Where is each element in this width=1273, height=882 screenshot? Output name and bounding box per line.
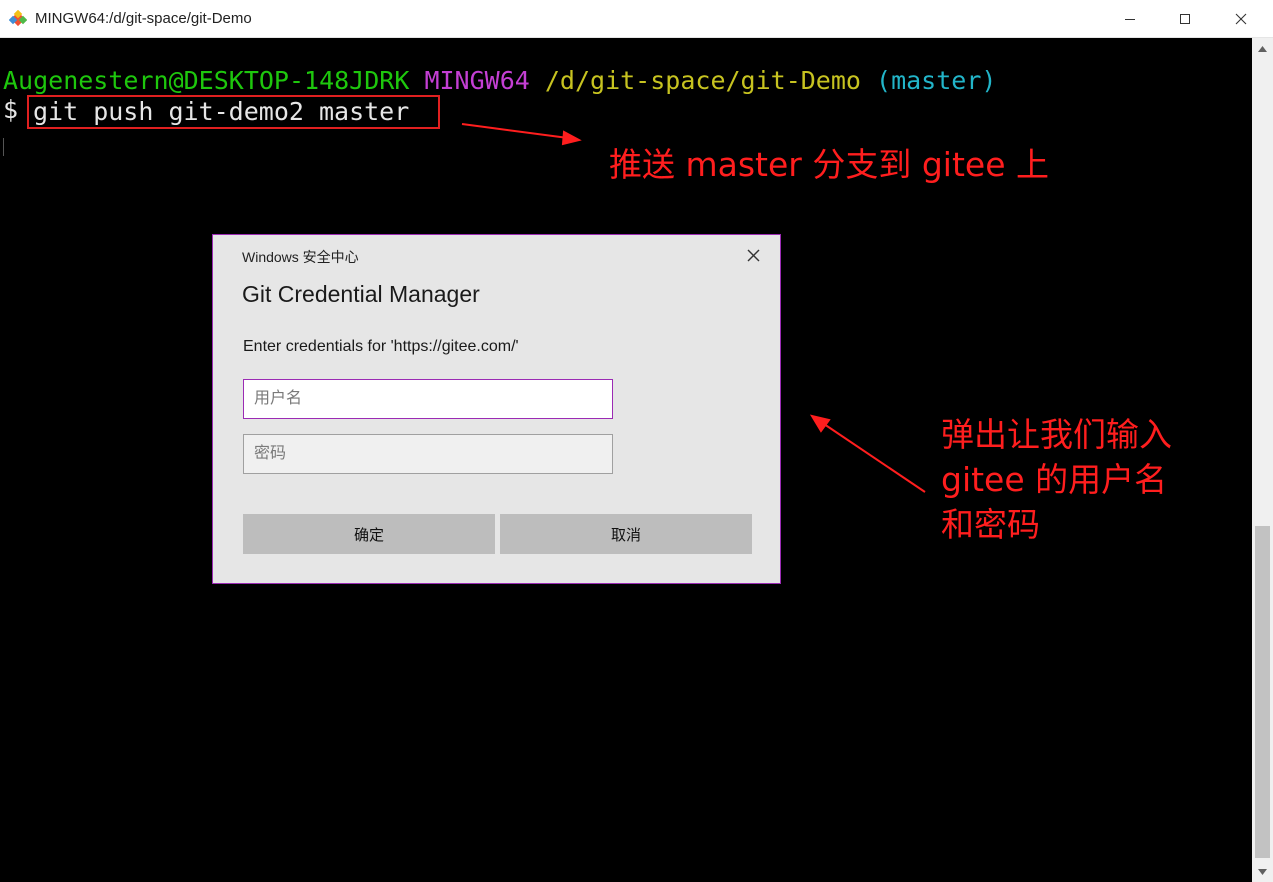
vertical-scrollbar[interactable]	[1252, 38, 1273, 882]
cancel-button[interactable]: 取消	[500, 514, 752, 554]
prompt-branch: (master)	[876, 66, 997, 95]
chevron-up-icon	[1258, 45, 1267, 52]
annotation-right: 弹出让我们输入 gitee 的用户名 和密码	[941, 412, 1172, 547]
ok-button[interactable]: 确定	[243, 514, 495, 554]
dialog-source: Windows 安全中心	[242, 249, 359, 265]
scroll-thumb[interactable]	[1255, 526, 1270, 858]
password-input[interactable]	[243, 434, 613, 474]
minimize-button[interactable]	[1102, 0, 1158, 38]
prompt-path: /d/git-space/git-Demo	[544, 66, 861, 95]
dialog-title: Git Credential Manager	[242, 281, 480, 307]
maximize-icon	[1180, 14, 1190, 24]
credential-dialog: Windows 安全中心 Git Credential Manager Ente…	[212, 234, 781, 584]
annotation-right-line: gitee 的用户名	[941, 460, 1168, 499]
command-line: $	[3, 95, 18, 125]
dialog-close-button[interactable]	[741, 243, 765, 267]
annotation-top: 推送 master 分支到 gitee 上	[609, 145, 1049, 184]
close-icon	[1235, 13, 1247, 25]
close-button[interactable]	[1213, 0, 1269, 38]
annotation-right-line: 弹出让我们输入	[941, 415, 1172, 454]
minimize-icon	[1125, 19, 1135, 20]
command-text: git push git-demo2 master	[33, 97, 410, 126]
text-cursor	[3, 138, 4, 156]
terminal-window: MINGW64:/d/git-space/git-Demo Augenester…	[0, 0, 1273, 882]
prompt-dollar: $	[3, 95, 19, 124]
maximize-button[interactable]	[1157, 0, 1213, 38]
chevron-down-icon	[1258, 868, 1267, 875]
git-logo-icon	[8, 9, 28, 28]
prompt-user: Augenestern@DESKTOP-148JDRK	[3, 66, 410, 95]
annotation-right-line: 和密码	[941, 505, 1040, 544]
prompt-line: Augenestern@DESKTOP-148JDRK MINGW64 /d/g…	[3, 66, 996, 96]
scroll-up-button[interactable]	[1252, 38, 1273, 59]
username-input[interactable]	[243, 379, 613, 419]
window-title: MINGW64:/d/git-space/git-Demo	[35, 10, 252, 27]
command-highlight: git push git-demo2 master	[27, 95, 440, 129]
prompt-env: MINGW64	[424, 66, 530, 95]
close-icon	[747, 249, 759, 261]
dialog-description: Enter credentials for 'https://gitee.com…	[243, 338, 519, 355]
title-bar[interactable]: MINGW64:/d/git-space/git-Demo	[0, 0, 1273, 38]
scroll-down-button[interactable]	[1252, 861, 1273, 882]
